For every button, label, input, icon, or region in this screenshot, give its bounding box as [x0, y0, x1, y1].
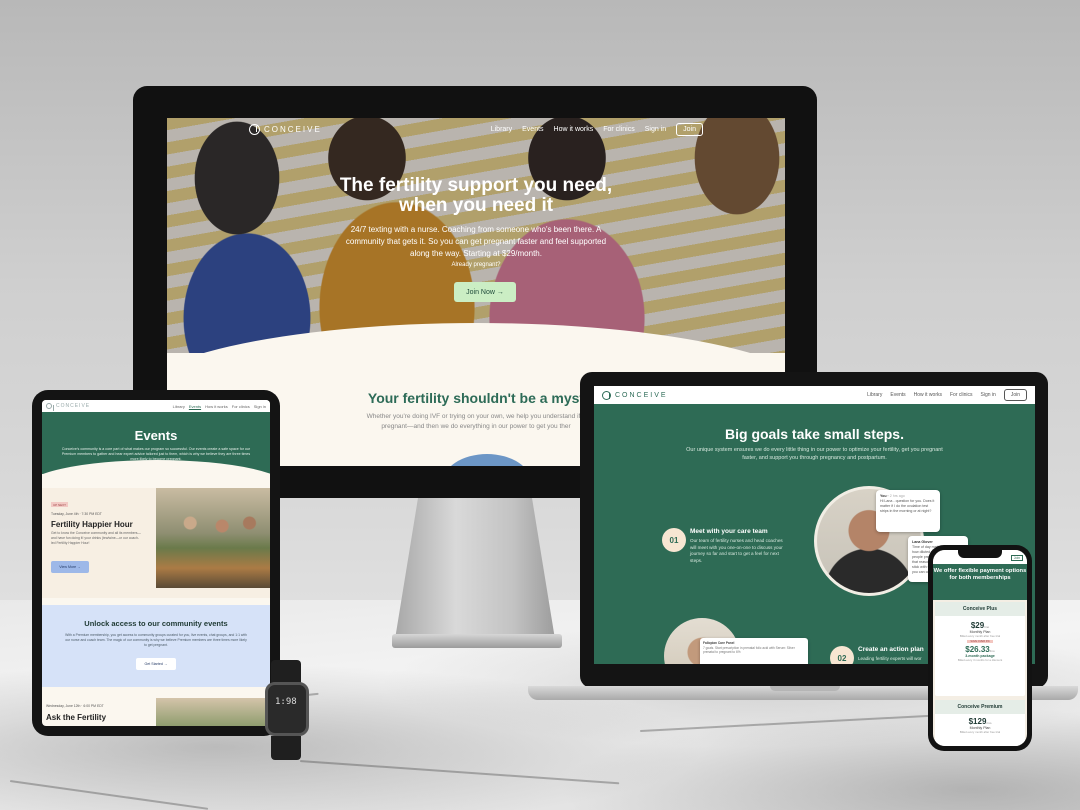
step-description: Our team of fertility nurses and head co… [690, 538, 783, 563]
plan-card-premium: Conceive Premium $129/mo Monthly Plan Bi… [935, 700, 1025, 746]
logo-text: CONCEIVE [264, 124, 322, 134]
nav-library[interactable]: Library [173, 404, 185, 409]
events-header [42, 412, 270, 490]
nav-events[interactable]: Events [890, 392, 905, 398]
watch-body [265, 682, 309, 736]
events-subtitle: Conceive's community is a core part of w… [61, 447, 251, 461]
nav-links: Library Events How it works For clinics … [491, 122, 703, 136]
plan-card-plus: Conceive Plus $29/mo Monthly Plan Billed… [935, 602, 1025, 696]
tablet-logo[interactable]: CONCEIVE [46, 403, 91, 411]
marble-vein [9, 780, 209, 810]
conceive-logo-icon [249, 123, 260, 135]
decorative-blob [442, 454, 532, 466]
community-description: With a Premium membership, you get acces… [65, 633, 247, 647]
join-now-button[interactable]: Join Now → [454, 282, 516, 302]
watch-strap [271, 736, 301, 760]
step-number: 01 [662, 528, 686, 552]
plan-price: $29/mo [935, 621, 1025, 630]
marble-vein [299, 760, 620, 785]
marble-vein [639, 714, 940, 732]
laptop-logo[interactable]: CONCEIVE [602, 390, 668, 400]
nav-sign-in[interactable]: Sign in [254, 404, 266, 409]
nav-for-clinics[interactable]: For clinics [603, 126, 635, 133]
tablet-nav-links: Library Events How it works For clinics … [173, 404, 266, 409]
logo-text: CONCEIVE [56, 403, 91, 409]
chat-bubble: You · 2 hrs ago Hi Lana - question for y… [876, 490, 940, 532]
laptop-nav-links: Library Events How it works For clinics … [867, 389, 1027, 401]
chat-sender: You [880, 494, 887, 498]
nav-sign-in[interactable]: Sign in [645, 126, 666, 133]
step-title: Create an action plan [858, 646, 924, 653]
phone-screen: Join We offer flexible payment options f… [933, 550, 1027, 746]
hero-title: The fertility support you need, when you… [339, 175, 613, 216]
logo[interactable]: CONCEIVE [249, 123, 322, 135]
plan-name: Conceive Premium [935, 700, 1025, 714]
chat-text: Hi Lana - question for you. Does it matt… [880, 499, 935, 513]
plan-price: $26.33/mo [935, 645, 1025, 654]
community-title: Unlock access to our community events [84, 619, 228, 628]
phone-notch [958, 550, 1002, 558]
imac-stand [395, 498, 555, 638]
already-pregnant-link[interactable]: Already pregnant? [167, 262, 785, 268]
join-button[interactable]: Join [1003, 389, 1027, 401]
hero-subtitle: 24/7 texting with a nurse. Coaching from… [345, 225, 607, 258]
savings-badge: SAVE OVER 9% [967, 640, 993, 643]
plan-fineprint: Billed every month after free trial [959, 730, 1001, 734]
logo-text: CONCEIVE [615, 391, 668, 399]
join-button[interactable]: Join [676, 122, 703, 136]
event-description: Get to know the Conceive community and a… [51, 531, 141, 545]
imac-base [392, 634, 562, 648]
watch-time: 1:98 [275, 697, 297, 707]
event-photo-2 [156, 698, 270, 726]
steps-subtitle: Our unique system ensures we do every li… [686, 447, 943, 461]
chat-time: 2 hrs ago [889, 494, 905, 498]
price-value: $26.33 [965, 645, 990, 654]
nav-sign-in[interactable]: Sign in [981, 392, 996, 398]
plan-fineprint: Billed every month after free trial [959, 634, 1001, 638]
plan-price: $129/mo [935, 717, 1025, 726]
nav-how-it-works[interactable]: How it works [554, 126, 594, 133]
price-period: /mo [986, 721, 992, 725]
tablet-screen: CONCEIVE Library Events How it works For… [42, 400, 270, 726]
price-period: /mo [989, 649, 995, 653]
event-title: Fertility Happier Hour [51, 520, 133, 529]
pricing-title: We offer flexible payment options for bo… [933, 568, 1027, 581]
nav-events[interactable]: Events [522, 126, 543, 133]
nav-how-it-works[interactable]: How it works [914, 392, 942, 398]
price-value: $129 [968, 717, 987, 726]
plan-card: Fallopian Care Panel 7 goals. Start pres… [700, 638, 808, 664]
event-photo [156, 488, 270, 588]
plan-name: Conceive Plus [935, 602, 1025, 616]
plan-fineprint: Billed every 3 months for a discount [957, 658, 1003, 662]
laptop-notch [770, 686, 840, 691]
event-title-2: Ask the Fertility [46, 713, 107, 722]
nav-how-it-works[interactable]: How it works [205, 404, 228, 409]
up-next-badge: UP NEXT [51, 502, 68, 507]
laptop-nav: CONCEIVE Library Events How it works For… [594, 386, 1035, 404]
get-started-button[interactable]: Get Started → [136, 658, 176, 670]
nav-library[interactable]: Library [491, 126, 512, 133]
step-title: Meet with your care team [690, 528, 768, 535]
tablet-nav: CONCEIVE Library Events How it works For… [42, 400, 270, 412]
conceive-logo-icon [46, 403, 54, 411]
event-date-2: Wednesday, June 12th · 6:00 PM EDT [46, 704, 104, 708]
desktop-nav: CONCEIVE Library Events How it works For… [167, 118, 785, 140]
price-value: $29 [970, 621, 985, 630]
nav-events[interactable]: Events [189, 404, 201, 409]
conceive-logo-icon [602, 390, 611, 400]
event-date: Tuesday, June 4th · 7:30 PM EDT [51, 512, 102, 516]
plan-card-text: 7 goals. Start prescription in prenatal … [703, 645, 795, 655]
view-more-button[interactable]: View More → [51, 561, 89, 573]
nav-library[interactable]: Library [867, 392, 882, 398]
step-number: 02 [830, 646, 854, 664]
nav-for-clinics[interactable]: For clinics [232, 404, 250, 409]
steps-title: Big goals take small steps. [725, 426, 904, 442]
nav-for-clinics[interactable]: For clinics [950, 392, 973, 398]
price-period: /mo [984, 625, 990, 629]
join-button[interactable]: Join [1010, 555, 1023, 561]
events-title: Events [134, 428, 178, 443]
